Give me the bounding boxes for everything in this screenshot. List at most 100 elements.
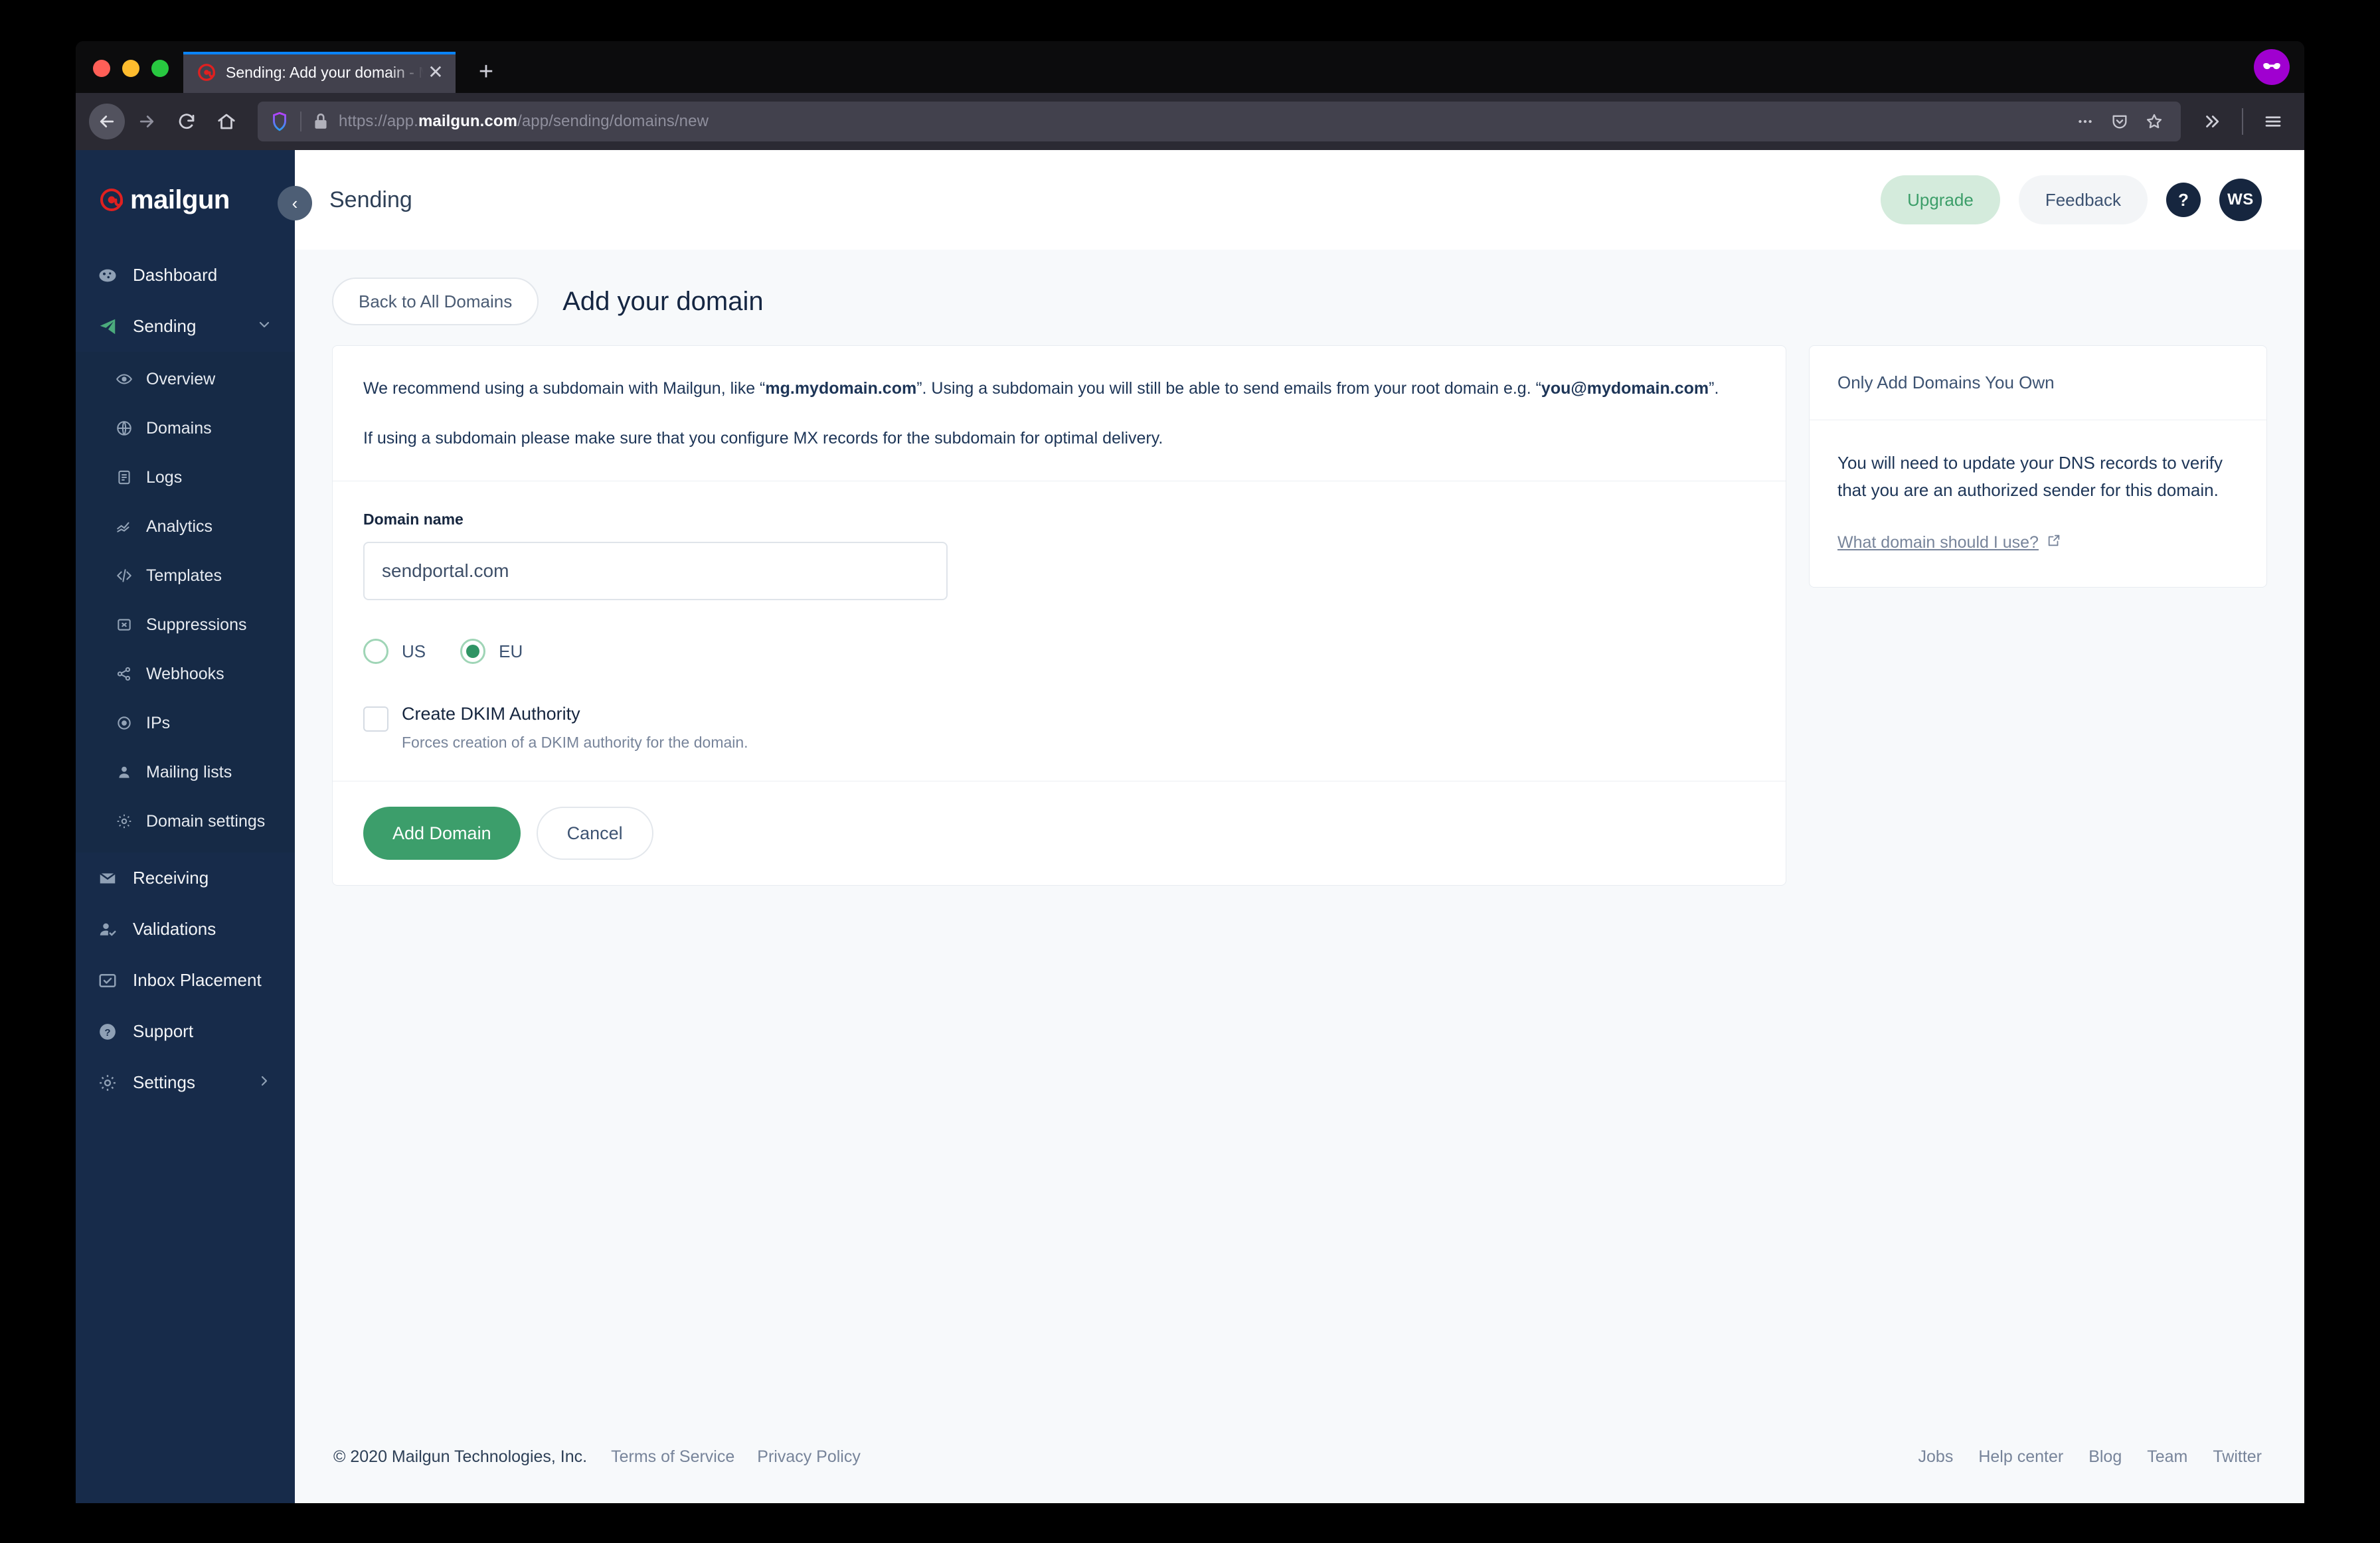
dkim-checkbox-row[interactable]: Create DKIM Authority Forces creation of… [363,704,1755,752]
dashboard-icon [96,266,120,285]
dkim-checkbox[interactable] [363,706,388,732]
hamburger-menu-icon[interactable] [2255,104,2291,139]
dkim-label: Create DKIM Authority [402,704,580,724]
svg-text:?: ? [104,1026,110,1038]
address-bar[interactable]: https://app.mailgun.com/app/sending/doma… [258,102,2181,141]
eye-icon [114,370,134,388]
sidebar-item-sending[interactable]: Sending [76,301,295,352]
info-aside-panel: Only Add Domains You Own You will need t… [1809,345,2267,588]
sidebar-item-webhooks[interactable]: Webhooks [76,649,295,698]
sidebar-item-suppressions[interactable]: Suppressions [76,600,295,649]
document-icon [114,469,134,486]
home-icon[interactable] [209,104,244,139]
reload-icon[interactable] [169,104,205,139]
dkim-help-text: Forces creation of a DKIM authority for … [402,734,748,751]
paper-plane-icon [96,317,120,337]
footer-link-twitter[interactable]: Twitter [2213,1447,2262,1467]
region-label: US [402,641,426,661]
footer-link-terms[interactable]: Terms of Service [611,1447,734,1467]
sidebar-item-settings[interactable]: Settings [76,1057,295,1108]
private-mask-icon[interactable] [2254,49,2290,85]
chevron-down-icon[interactable] [256,317,272,337]
page-title: Sending [329,187,412,212]
region-option-us[interactable]: US [363,639,426,664]
external-link-icon [2047,533,2061,552]
minimize-window-button[interactable] [122,60,139,77]
maximize-window-button[interactable] [151,60,169,77]
radio-us-icon[interactable] [363,639,388,664]
sidebar-item-label: Logs [146,467,183,487]
chevron-double-right-icon[interactable] [2194,104,2230,139]
ellipsis-icon[interactable] [2069,106,2101,137]
sidebar-item-support[interactable]: ? Support [76,1006,295,1057]
close-window-button[interactable] [93,60,110,77]
upgrade-button[interactable]: Upgrade [1881,175,2000,224]
region-option-eu[interactable]: EU [460,639,523,664]
new-tab-button[interactable]: + [468,53,505,90]
sidebar-item-inbox-placement[interactable]: Inbox Placement [76,955,295,1006]
star-bookmark-icon[interactable] [2138,106,2170,137]
chevron-right-icon[interactable] [256,1073,272,1093]
browser-window: Sending: Add your domain - Mai ✕ + https… [76,41,2304,1503]
address-bar-actions [2069,106,2170,137]
footer-link-team[interactable]: Team [2147,1447,2187,1467]
sidebar-item-validations[interactable]: Validations [76,904,295,955]
add-domain-button[interactable]: Add Domain [363,807,521,860]
copyright-text: © 2020 Mailgun Technologies, Inc. [333,1447,588,1466]
question-circle-icon: ? [96,1022,120,1042]
app-sidebar: ‹ mailgun Dashboard Sending Overview Dom… [76,150,312,1503]
sidebar-item-receiving[interactable]: Receiving [76,853,295,904]
form-section: Domain name US EU [333,481,1786,781]
shield-icon[interactable] [268,110,291,133]
sidebar-item-label: Templates [146,566,222,585]
app-content: Sending Upgrade Feedback ? WS Back to Al… [295,150,2304,1503]
browser-tab-active[interactable]: Sending: Add your domain - Mai ✕ [183,52,456,93]
person-check-icon [96,920,120,939]
footer-link-help-center[interactable]: Help center [1978,1447,2063,1467]
radio-eu-icon[interactable] [460,639,486,664]
sidebar-item-analytics[interactable]: Analytics [76,502,295,551]
forward-arrow-icon[interactable] [129,104,165,139]
cancel-button[interactable]: Cancel [536,807,653,860]
sidebar-item-domains[interactable]: Domains [76,404,295,453]
sidebar-item-logs[interactable]: Logs [76,453,295,502]
sidebar-collapse-toggle[interactable]: ‹ [278,186,312,220]
back-arrow-icon[interactable] [89,104,125,139]
footer-link-privacy[interactable]: Privacy Policy [757,1447,861,1467]
sidebar-item-label: Domain settings [146,811,266,831]
sidebar-item-domain-settings[interactable]: Domain settings [76,797,295,846]
person-icon [114,764,134,781]
mailgun-at-icon [197,62,216,82]
what-domain-should-i-use-link[interactable]: What domain should I use? [1837,533,2061,552]
sidebar-item-overview[interactable]: Overview [76,355,295,404]
page-scroll-area: Back to All Domains Add your domain We r… [295,250,2304,1503]
main-row: We recommend using a subdomain with Mail… [295,345,2304,886]
help-icon[interactable]: ? [2166,183,2201,217]
mailgun-logo[interactable]: mailgun [76,150,295,250]
feedback-button[interactable]: Feedback [2018,175,2148,224]
sidebar-item-dashboard[interactable]: Dashboard [76,250,295,301]
target-dot-icon [114,714,134,732]
close-icon[interactable]: ✕ [424,60,448,84]
region-label: EU [499,641,523,661]
sidebar-item-label: Webhooks [146,664,224,683]
back-to-all-domains-button[interactable]: Back to All Domains [332,278,539,325]
footer-link-jobs[interactable]: Jobs [1918,1447,1954,1467]
url-prefix: https://app. [339,112,418,130]
sidebar-item-label: Dashboard [133,265,218,285]
window-traffic-lights [76,60,183,93]
sidebar-item-templates[interactable]: Templates [76,551,295,600]
domain-name-input[interactable] [363,542,948,600]
avatar[interactable]: WS [2219,179,2262,221]
sidebar-item-ips[interactable]: IPs [76,698,295,748]
add-domain-card: We recommend using a subdomain with Mail… [332,345,1786,886]
sidebar-item-label: Mailing lists [146,762,232,781]
sidebar-item-label: Sending [133,316,197,336]
form-actions: Add Domain Cancel [333,781,1786,885]
browser-tab-title: Sending: Add your domain - Mai [226,63,424,81]
url-path: /app/sending/domains/new [517,112,709,130]
pocket-icon[interactable] [2104,106,2136,137]
sidebar-item-mailing-lists[interactable]: Mailing lists [76,748,295,797]
logo-text: mailgun [130,185,230,214]
footer-link-blog[interactable]: Blog [2088,1447,2122,1467]
